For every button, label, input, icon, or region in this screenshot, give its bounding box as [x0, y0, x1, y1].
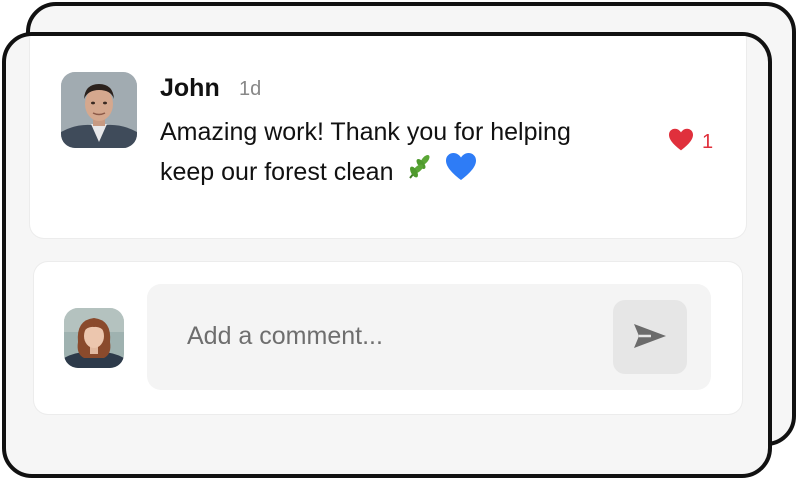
comment-input-container: [147, 284, 711, 390]
send-button[interactable]: [613, 300, 687, 374]
comment-text: Amazing work! Thank you for helping keep…: [160, 112, 630, 194]
heart-icon: [668, 128, 694, 157]
like-count: 1: [702, 131, 714, 153]
comment-author[interactable]: John: [160, 74, 220, 103]
herb-icon: [404, 152, 434, 194]
comment-input[interactable]: [185, 314, 609, 358]
comment-item: John 1d Amazing work! Thank you for help…: [30, 36, 746, 238]
avatar[interactable]: [61, 72, 137, 148]
user-avatar: [64, 308, 124, 368]
comment-composer: [34, 262, 742, 414]
like-button[interactable]: 1: [668, 128, 713, 157]
blue-heart-icon: [445, 152, 477, 194]
send-icon: [633, 322, 667, 353]
comment-text-content: Amazing work! Thank you for helping keep…: [160, 118, 571, 186]
comments-panel: John 1d Amazing work! Thank you for help…: [2, 32, 772, 478]
comment-timestamp: 1d: [239, 78, 262, 100]
